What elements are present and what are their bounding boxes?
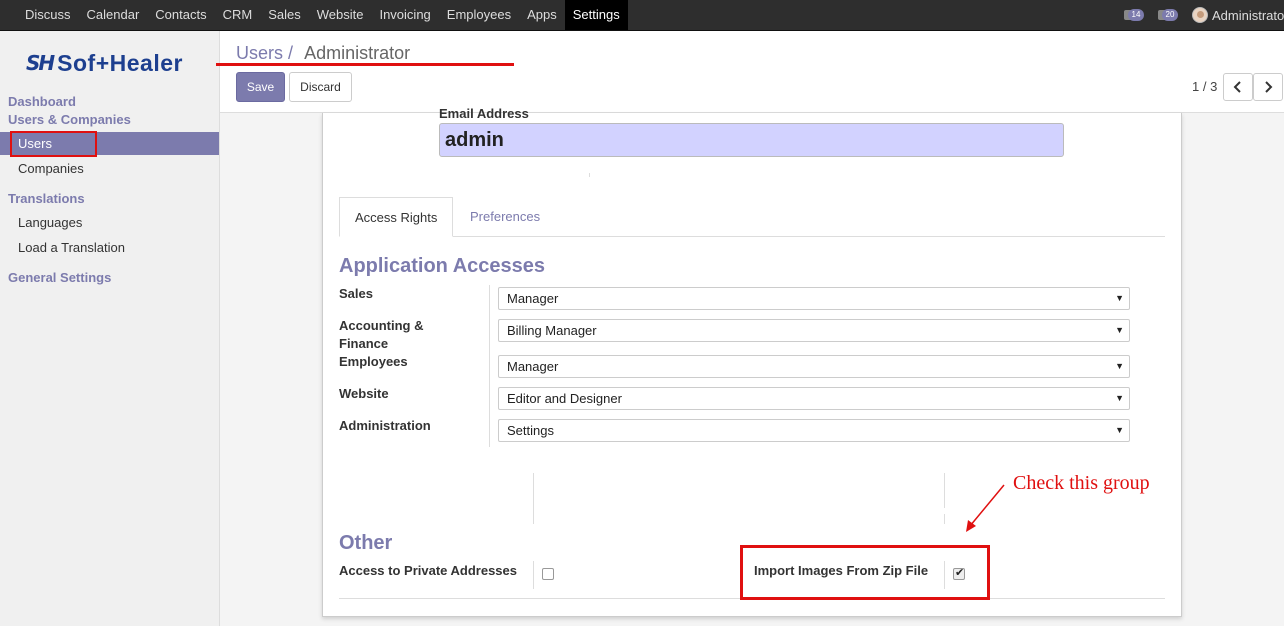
pager-previous-button[interactable] — [1223, 73, 1253, 101]
sidebar-item-load-translation[interactable]: Load a Translation — [0, 236, 219, 259]
divider — [944, 514, 945, 524]
pager-next-button[interactable] — [1253, 73, 1283, 101]
user-menu[interactable]: Administrator — [1212, 8, 1284, 23]
select-administration[interactable]: Settings ▼ — [498, 419, 1130, 442]
sidebar-section-dashboard[interactable]: Dashboard — [8, 94, 76, 109]
systray: 14 20 Administrator — [1124, 0, 1284, 30]
form-sheet: Email Address admin Access Rights Prefer… — [322, 106, 1182, 617]
select-employees[interactable]: Manager ▼ — [498, 355, 1130, 378]
chevron-right-icon — [1265, 81, 1273, 93]
dropdown-arrow-icon: ▼ — [1115, 293, 1124, 303]
tab-preferences[interactable]: Preferences — [455, 197, 555, 237]
field-label-employees: Employees — [339, 354, 408, 369]
breadcrumb-current: Administrator — [304, 43, 411, 63]
dropdown-arrow-icon: ▼ — [1115, 361, 1124, 371]
select-value: Manager — [507, 359, 559, 374]
email-field[interactable]: admin — [439, 123, 1064, 157]
app-menu: Discuss Calendar Contacts CRM Sales Webs… — [17, 0, 628, 30]
menu-employees[interactable]: Employees — [439, 0, 519, 30]
discard-button[interactable]: Discard — [289, 72, 352, 102]
section-application-accesses: Application Accesses — [339, 255, 546, 277]
notebook-tabs: Access Rights Preferences — [339, 197, 1165, 237]
sidebar-section-translations[interactable]: Translations — [8, 191, 85, 206]
annotation-underline — [216, 63, 514, 66]
menu-website[interactable]: Website — [309, 0, 372, 30]
section-other: Other — [339, 532, 393, 554]
select-sales[interactable]: Manager ▼ — [498, 287, 1130, 310]
user-avatar[interactable] — [1192, 7, 1208, 23]
select-accounting[interactable]: Billing Manager ▼ — [498, 319, 1130, 342]
dropdown-arrow-icon: ▼ — [1115, 425, 1124, 435]
menu-contacts[interactable]: Contacts — [147, 0, 214, 30]
divider — [489, 285, 490, 447]
select-value: Editor and Designer — [507, 391, 622, 406]
select-value: Manager — [507, 291, 559, 306]
company-logo: SH Sof+Healer — [26, 50, 183, 76]
menu-settings[interactable]: Settings — [564, 0, 628, 30]
annotation-box-users — [10, 131, 97, 157]
dropdown-arrow-icon: ▼ — [1115, 393, 1124, 403]
annotation-note: Check this group — [1013, 472, 1150, 494]
sidebar-item-languages[interactable]: Languages — [0, 211, 219, 234]
divider — [589, 173, 590, 177]
activity-button[interactable]: 14 — [1124, 7, 1146, 23]
menu-apps[interactable]: Apps — [519, 0, 565, 30]
messages-count-badge: 20 — [1162, 9, 1178, 21]
menu-discuss[interactable]: Discuss — [17, 0, 79, 30]
field-label-administration: Administration — [339, 418, 431, 433]
logo-mark: SH — [26, 51, 55, 75]
tab-access-rights[interactable]: Access Rights — [339, 197, 454, 237]
sidebar-section-general-settings[interactable]: General Settings — [8, 270, 111, 285]
breadcrumb-separator: / — [288, 43, 294, 63]
select-value: Billing Manager — [507, 323, 597, 338]
sidebar-item-companies[interactable]: Companies — [0, 157, 219, 180]
annotation-box-import-images — [740, 545, 990, 600]
chevron-left-icon — [1233, 81, 1241, 93]
field-label-private-addresses: Access to Private Addresses — [339, 563, 518, 578]
field-label-sales: Sales — [339, 286, 373, 301]
breadcrumb: Users / Administrator — [236, 43, 410, 64]
menu-crm[interactable]: CRM — [215, 0, 261, 30]
divider — [944, 473, 945, 508]
select-value: Settings — [507, 423, 554, 438]
top-navbar: Discuss Calendar Contacts CRM Sales Webs… — [0, 0, 1284, 31]
sidebar-section-users-companies[interactable]: Users & Companies — [8, 112, 131, 127]
divider — [533, 473, 534, 524]
field-label-accounting: Accounting & Finance — [339, 318, 424, 351]
save-button[interactable]: Save — [236, 72, 285, 102]
activity-count-badge: 14 — [1128, 9, 1144, 21]
logo-wordmark: Sof+Healer — [57, 49, 183, 76]
email-label: Email Address — [439, 106, 529, 121]
menu-sales[interactable]: Sales — [260, 0, 309, 30]
pager-value: 1 / 3 — [1192, 79, 1218, 94]
checkbox-private-addresses[interactable] — [542, 568, 554, 580]
sidebar: SH Sof+Healer Dashboard Users & Companie… — [0, 31, 220, 626]
dropdown-arrow-icon: ▼ — [1115, 325, 1124, 335]
select-website[interactable]: Editor and Designer ▼ — [498, 387, 1130, 410]
annotation-arrow-icon — [966, 484, 1005, 532]
messages-button[interactable]: 20 — [1158, 7, 1180, 23]
menu-invoicing[interactable]: Invoicing — [371, 0, 438, 30]
menu-calendar[interactable]: Calendar — [79, 0, 148, 30]
field-label-website: Website — [339, 386, 389, 401]
divider — [533, 561, 534, 589]
breadcrumb-users-link[interactable]: Users — [236, 43, 283, 63]
